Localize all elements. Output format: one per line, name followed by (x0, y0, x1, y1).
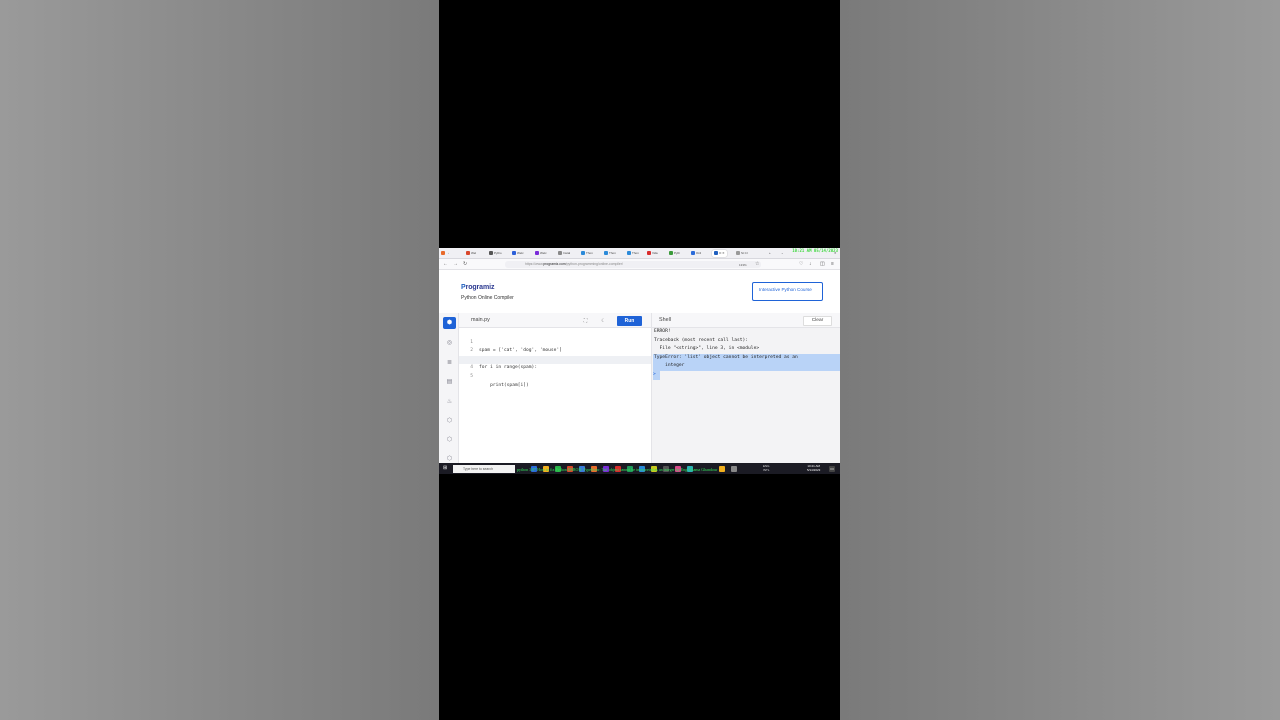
video-caption-ticker: python 3.0* How to fix Python ERROR: Typ… (517, 467, 718, 472)
url-host: programiz.com (543, 262, 566, 266)
browser-tab[interactable]: Pyth (669, 250, 680, 257)
browser-navbar: ← → ↻ https://www.programiz.com/python-p… (439, 259, 840, 270)
url-prefix: https://www. (525, 262, 544, 266)
url-bar[interactable]: https://www.programiz.com/python-program… (505, 261, 761, 268)
fullscreen-icon[interactable]: ⛶ (580, 316, 591, 326)
taskbar-clock[interactable]: 10:21 AM 5/14/2023 (807, 464, 820, 472)
firefox-menu-icon[interactable] (441, 250, 446, 257)
run-button[interactable]: Run (617, 316, 642, 326)
code-line: 2 (470, 348, 473, 354)
tab-favicon (535, 251, 539, 256)
site-header: Programiz Python Online Compiler Interac… (439, 270, 840, 310)
sql-language-icon[interactable]: ≣ (443, 357, 456, 369)
notification-icon[interactable]: ▭ (829, 465, 835, 472)
r-language-icon[interactable]: ◎ (443, 337, 456, 349)
browser-tab[interactable]: St Cl (736, 250, 748, 257)
windows-start-icon[interactable]: ⊞ (443, 466, 448, 471)
pocket-icon[interactable]: ♡ (799, 261, 803, 268)
reload-icon[interactable]: ↻ (463, 261, 467, 268)
browser-tab[interactable]: Thon (604, 250, 616, 257)
tab-favicon (512, 251, 516, 256)
tab-list-icon[interactable]: ⌄ (781, 250, 784, 257)
system-tray[interactable]: ENG INTL (763, 464, 770, 472)
blurred-background-left (0, 0, 439, 720)
language-sidebar: ⬢ ◎ ≣ ▤ ♨ ⬡ ⬡ ⬡ (439, 313, 459, 463)
browser-tab[interactable]: Vide (647, 250, 658, 257)
taskbar-app-icon[interactable] (719, 465, 725, 472)
browser-tab[interactable]: Thon (581, 250, 593, 257)
c-language-icon[interactable]: ⬡ (443, 415, 456, 427)
code-editor[interactable]: 1 spam = ['cat', 'dog', 'mouse'] 2 3 for… (459, 328, 651, 463)
browser-tab[interactable]: Instal (558, 250, 570, 257)
interactive-course-button[interactable]: Interactive Python Course (752, 282, 823, 301)
output-line: Traceback (most recent call last): (654, 337, 749, 343)
browser-tab[interactable]: Thon (627, 250, 639, 257)
bookmark-star-icon[interactable]: ☆ (755, 261, 759, 268)
taskbar-app-icon[interactable] (731, 465, 737, 472)
dark-mode-icon[interactable]: ☾ (598, 316, 609, 326)
file-tab[interactable]: main.py (471, 317, 490, 323)
python-language-icon[interactable]: ⬢ (443, 317, 456, 329)
cpp-language-icon[interactable]: ⬡ (443, 434, 456, 446)
code-line: 1 spam = ['cat', 'dog', 'mouse'] (459, 330, 651, 354)
page-subtitle: Python Online Compiler (461, 295, 514, 301)
code-line: 3 for i in range(spam): (459, 347, 651, 371)
code-text: print(spam[i]) (479, 382, 529, 388)
code-line: 5 print(spam[i]) (459, 364, 651, 388)
browser-tab[interactable]: Pytho (489, 250, 502, 257)
java-language-icon[interactable]: ♨ (443, 396, 456, 408)
tab-favicon (669, 251, 673, 256)
code-line-current: 4 (459, 355, 651, 370)
editor-toolbar: main.py ⛶ ☾ Run (459, 313, 651, 328)
browser-tab-strip: ‹ Wel Pytho Welc Welc Instal Thon Thon T… (439, 248, 840, 259)
tray-region: INTL (763, 467, 770, 472)
url-path: /python-programming/online-compiler/ (565, 262, 623, 266)
tab-favicon (627, 251, 631, 256)
tab-favicon (604, 251, 608, 256)
shell-prompt: > (653, 371, 660, 380)
taskbar-search[interactable]: Type here to search (453, 464, 515, 473)
extensions-icon[interactable]: ◫ (820, 261, 825, 268)
forward-icon[interactable]: → (453, 261, 458, 268)
tab-favicon (691, 251, 695, 256)
html-language-icon[interactable]: ▤ (443, 376, 456, 388)
shell-title: Shell (659, 317, 671, 323)
tab-favicon (558, 251, 562, 256)
programiz-logo[interactable]: Programiz (461, 284, 494, 291)
tab-scroll-left-icon[interactable]: ‹ (448, 250, 449, 257)
tab-favicon (647, 251, 651, 256)
output-line: ERROR! (654, 329, 671, 334)
tab-favicon (489, 251, 493, 256)
back-icon[interactable]: ← (443, 261, 448, 268)
downloads-icon[interactable]: ↓ (809, 261, 812, 268)
taskbar-date: 5/14/2023 (807, 468, 821, 472)
browser-tab-active[interactable]: O ✕ (712, 250, 727, 257)
tab-favicon (466, 251, 470, 256)
new-tab-icon[interactable]: + (769, 250, 771, 257)
output-line: File "<string>", line 3, in <module> (654, 346, 760, 352)
shell-toolbar: Shell Clear (651, 313, 840, 328)
browser-tab[interactable]: Welc (512, 250, 524, 257)
overlay-clock: 10:21 AM 05/14/2023 (792, 248, 838, 253)
tab-favicon (736, 251, 740, 256)
blurred-background-right (840, 0, 1280, 720)
browser-tab[interactable]: Wel (466, 250, 476, 257)
shell-output[interactable]: ERROR! Traceback (most recent call last)… (651, 328, 840, 463)
video-frame: ‹ Wel Pytho Welc Welc Instal Thon Thon T… (439, 0, 840, 720)
screen-capture: ‹ Wel Pytho Welc Welc Instal Thon Thon T… (439, 248, 840, 474)
tab-favicon (581, 251, 585, 256)
output-line-selected: TypeError: 'list' object cannot be inter… (653, 353, 840, 363)
browser-tab[interactable]: Welc (535, 250, 547, 257)
output-line-selected: integer (653, 362, 840, 371)
tab-favicon (714, 251, 718, 256)
zoom-level[interactable]: 133% (739, 263, 747, 267)
menu-icon[interactable]: ≡ (831, 261, 834, 268)
browser-tab[interactable]: Onli (691, 250, 701, 257)
clear-button[interactable]: Clear (803, 316, 832, 326)
